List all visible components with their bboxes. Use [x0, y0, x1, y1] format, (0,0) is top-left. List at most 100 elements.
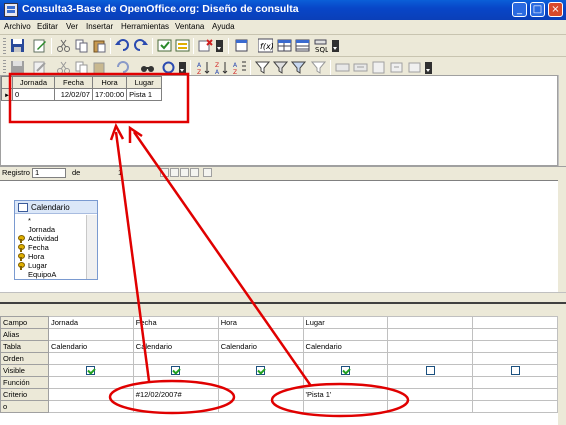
sort-descending-icon[interactable]: ZA	[214, 60, 229, 76]
grid-cell[interactable]	[302, 364, 389, 377]
remove-filter-icon[interactable]	[310, 60, 327, 75]
toolbar2-more-dropdown[interactable]	[425, 62, 432, 74]
toolbar-grip[interactable]	[3, 38, 6, 54]
grid-cell[interactable]	[302, 328, 389, 341]
grid-cell[interactable]	[472, 316, 558, 329]
grid-cell[interactable]	[472, 388, 558, 401]
refresh-icon[interactable]	[161, 60, 176, 75]
visible-checkbox[interactable]	[425, 366, 435, 376]
paste-icon[interactable]	[92, 60, 107, 75]
grid-cell[interactable]	[387, 316, 474, 329]
field-item[interactable]: Actividad	[17, 234, 58, 243]
grid-vertical-scrollbar[interactable]	[558, 316, 566, 425]
data-to-fields-icon[interactable]	[353, 60, 368, 75]
grid-cell[interactable]	[387, 328, 474, 341]
field-item[interactable]: Hora	[17, 252, 58, 261]
paste-icon[interactable]	[92, 38, 107, 53]
table-window-header[interactable]: Calendario	[15, 201, 97, 214]
grid-cell[interactable]	[217, 364, 304, 377]
design-vertical-scrollbar[interactable]	[558, 180, 566, 292]
clear-query-icon[interactable]	[175, 38, 190, 53]
grid-cell[interactable]	[47, 328, 134, 341]
data-to-text-icon[interactable]	[335, 60, 350, 75]
grid-cell[interactable]	[472, 328, 558, 341]
grid-cell[interactable]	[132, 376, 219, 389]
grid-cell[interactable]	[472, 364, 558, 377]
visible-checkbox[interactable]	[256, 366, 266, 376]
functions-icon[interactable]: f(x)	[257, 38, 274, 53]
visible-checkbox[interactable]	[86, 366, 96, 376]
last-record-button[interactable]	[190, 168, 199, 177]
close-button[interactable]: ×	[548, 2, 563, 17]
grid-cell[interactable]	[387, 376, 474, 389]
sort-icon[interactable]: AZ	[232, 60, 247, 76]
explorer-icon[interactable]	[407, 60, 422, 75]
undo-icon[interactable]	[115, 60, 130, 75]
grid-cell[interactable]	[132, 328, 219, 341]
field-item[interactable]: EquipoA	[17, 270, 58, 279]
grid-cell[interactable]	[472, 400, 558, 413]
grid-cell[interactable]	[217, 328, 304, 341]
grid-cell[interactable]: #12/02/2007#	[132, 388, 219, 401]
menu-ver[interactable]: Ver	[66, 22, 78, 31]
autofilter-icon[interactable]	[254, 60, 271, 75]
standard-filter-icon[interactable]	[290, 60, 307, 75]
field-item[interactable]: *	[17, 216, 58, 225]
grid-cell[interactable]	[302, 352, 389, 365]
edit-data-icon[interactable]	[32, 60, 47, 75]
pane-splitter[interactable]	[0, 302, 566, 316]
field-item[interactable]: Fecha	[17, 243, 58, 252]
grid-cell[interactable]	[472, 376, 558, 389]
toolbar-more-dropdown[interactable]	[332, 40, 339, 52]
menu-ventana[interactable]: Ventana	[175, 22, 204, 31]
column-header-lugar[interactable]: Lugar	[126, 76, 163, 89]
grid-cell[interactable]	[217, 376, 304, 389]
grid-cell[interactable]	[302, 400, 389, 413]
design-view-icon[interactable]	[234, 38, 249, 53]
grid-cell[interactable]	[132, 352, 219, 365]
cell-hora[interactable]: 17:00:00	[91, 88, 128, 101]
copy-icon[interactable]	[74, 60, 89, 75]
grid-cell[interactable]	[47, 400, 134, 413]
add-table-icon[interactable]	[198, 38, 213, 53]
next-record-button[interactable]	[180, 168, 189, 177]
menu-insertar[interactable]: Insertar	[86, 22, 113, 31]
cell-fecha[interactable]: 12/02/07	[53, 88, 93, 101]
minimize-button[interactable]: _	[512, 2, 527, 17]
grid-cell[interactable]: Hora	[217, 316, 304, 329]
sort-ascending-icon[interactable]: AZ	[196, 60, 211, 76]
visible-checkbox[interactable]	[171, 366, 181, 376]
run-query-icon[interactable]	[157, 38, 172, 53]
table-window-scrollbar[interactable]	[86, 215, 97, 279]
grid-cell[interactable]	[387, 388, 474, 401]
menu-editar[interactable]: Editar	[37, 22, 58, 31]
grid-cell[interactable]	[387, 364, 474, 377]
copy-icon[interactable]	[74, 38, 89, 53]
table-name-icon[interactable]	[277, 38, 292, 53]
column-header-jornada[interactable]: Jornada	[11, 76, 55, 89]
grid-cell[interactable]	[217, 400, 304, 413]
grid-cell[interactable]	[387, 340, 474, 353]
menu-herramientas[interactable]: Herramientas	[121, 22, 169, 31]
cell-jornada[interactable]: 0	[11, 88, 55, 101]
cut-icon[interactable]	[56, 60, 71, 75]
cut-icon[interactable]	[56, 38, 71, 53]
menu-archivo[interactable]: Archivo	[4, 22, 31, 31]
grid-cell[interactable]: Calendario	[217, 340, 304, 353]
save-record-icon[interactable]	[10, 60, 25, 75]
grid-cell[interactable]: Lugar	[302, 316, 389, 329]
menu-ayuda[interactable]: Ayuda	[212, 22, 235, 31]
redo-icon[interactable]	[133, 38, 148, 53]
result-vertical-scrollbar[interactable]	[558, 75, 566, 166]
first-record-button[interactable]	[160, 168, 169, 177]
save-icon[interactable]	[10, 38, 25, 53]
refresh-dropdown[interactable]	[179, 62, 186, 74]
maximize-button[interactable]: □	[530, 2, 545, 17]
grid-cell[interactable]	[132, 364, 219, 377]
undo-icon[interactable]	[115, 38, 130, 53]
data-source-icon[interactable]	[389, 60, 404, 75]
grid-cell[interactable]	[47, 364, 134, 377]
grid-cell[interactable]	[387, 352, 474, 365]
distinct-values-icon[interactable]: SQL	[313, 38, 329, 54]
column-header-hora[interactable]: Hora	[91, 76, 128, 89]
